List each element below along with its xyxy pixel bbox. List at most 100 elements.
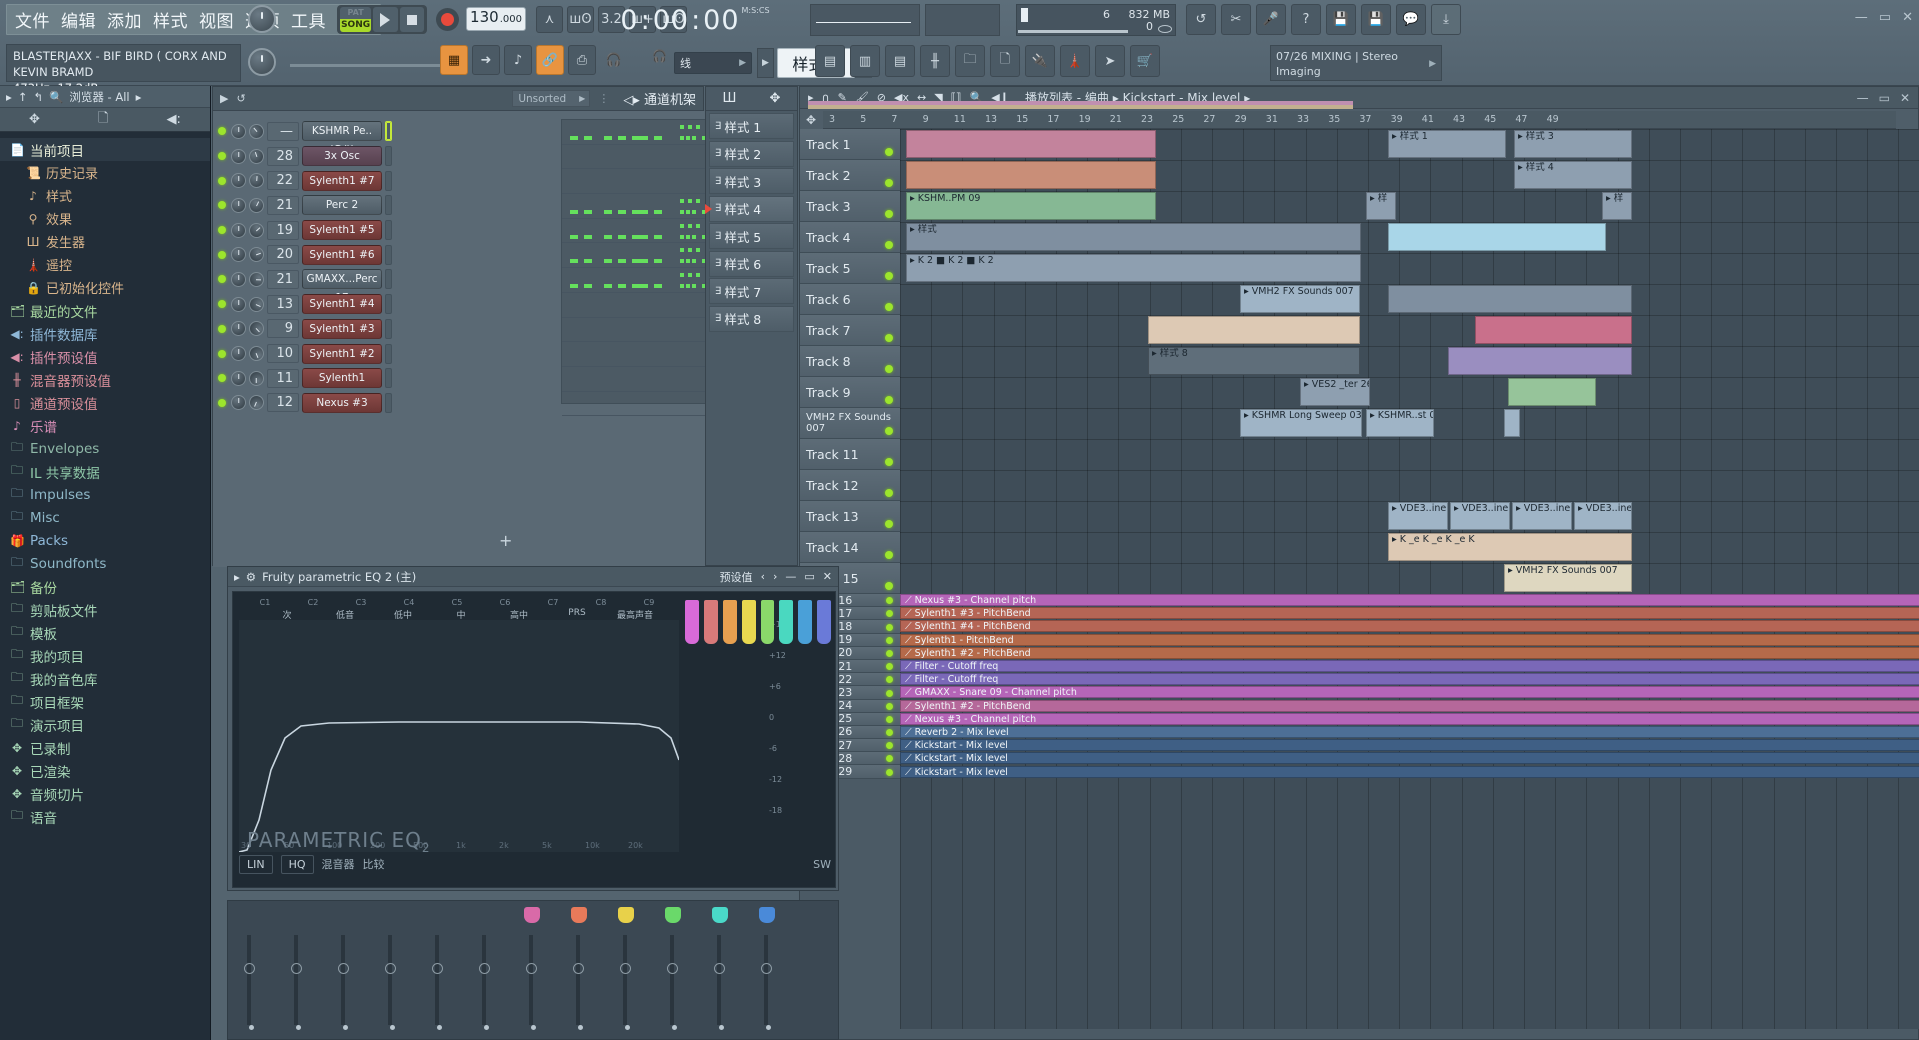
mixer-pan-knob[interactable] xyxy=(338,963,349,974)
track-header[interactable]: Track 7 xyxy=(800,315,900,346)
step-note[interactable] xyxy=(696,223,700,228)
pattern-song-toggle[interactable]: PAT SONG xyxy=(340,7,372,32)
channel-name-button[interactable]: 3x Osc xyxy=(302,146,382,167)
playlist-maximize-button[interactable]: ▭ xyxy=(1879,91,1890,105)
mixer-fader[interactable] xyxy=(435,935,439,1025)
channel-led-icon[interactable] xyxy=(218,176,226,185)
channel-led-icon[interactable] xyxy=(218,127,226,136)
track-enable-led[interactable] xyxy=(885,210,893,218)
automation-clip[interactable]: ⟋ Sylenth1 #3 - PitchBend xyxy=(900,607,1919,620)
channel-volume-knob[interactable] xyxy=(246,195,267,216)
playlist-minimize-button[interactable]: — xyxy=(1857,91,1869,105)
channel-pan-knob[interactable] xyxy=(231,123,246,139)
step-note[interactable] xyxy=(658,136,662,140)
channel-select-bar[interactable] xyxy=(385,146,392,167)
pattern-item[interactable]: ∃ 样式 4 xyxy=(705,195,794,222)
automation-clip[interactable]: ⟋ Kickstart - Mix level xyxy=(900,765,1919,778)
save-icon[interactable]: 💾 xyxy=(1326,4,1356,35)
browser-search-icon[interactable]: 🔍 xyxy=(49,90,63,104)
channel-mixer-number[interactable]: 19 xyxy=(267,220,299,240)
step-note[interactable] xyxy=(644,210,648,215)
playlist-clip[interactable]: ▸ VES2 _ter 26 xyxy=(1300,378,1370,406)
playlist-clip[interactable] xyxy=(1388,223,1606,251)
step-note[interactable] xyxy=(692,259,696,264)
channel-pan-knob[interactable] xyxy=(231,173,246,189)
eq-preset-prev[interactable]: ‹ xyxy=(761,570,765,583)
channel-mixer-number[interactable]: 12 xyxy=(267,393,299,413)
master-volume-knob[interactable] xyxy=(248,48,276,76)
browser-tab-files[interactable]: 🗋 xyxy=(98,109,108,131)
channel-select-bar[interactable] xyxy=(385,269,392,290)
headphones-icon[interactable]: 🎧 xyxy=(652,49,667,63)
playlist-clip[interactable] xyxy=(1388,285,1632,313)
track-header[interactable]: Track 9 xyxy=(800,377,900,408)
browser-item-2[interactable]: ♪ 样式 xyxy=(0,184,210,207)
channel-row[interactable]: 13 Sylenth1 #4 xyxy=(218,292,596,317)
step-note[interactable] xyxy=(644,284,648,289)
step-note[interactable] xyxy=(686,284,690,289)
playlist-clip[interactable] xyxy=(1148,316,1360,344)
channel-name-button[interactable]: Sylenth1 #6 xyxy=(302,244,382,265)
step-note[interactable] xyxy=(622,234,626,239)
track-enable-led[interactable] xyxy=(885,365,893,373)
step-note[interactable] xyxy=(588,136,592,140)
channel-select-bar[interactable] xyxy=(385,392,392,413)
channel-pan-knob[interactable] xyxy=(231,148,246,164)
channel-row[interactable]: 21GMAXX...Perc 17 xyxy=(218,267,596,304)
pattern-mode-icon[interactable]: ▦ xyxy=(440,45,468,75)
playlist-clip[interactable]: ▸ VMH2 FX Sounds 007 xyxy=(1504,564,1632,592)
track-enable-led[interactable] xyxy=(885,489,893,497)
menu-item-3[interactable]: 样式 xyxy=(153,7,188,32)
automation-clip[interactable]: ⟋ Kickstart - Mix level xyxy=(900,752,1919,765)
browser-item-12[interactable]: ♪ 乐谱 xyxy=(0,414,210,437)
eq-band-handles[interactable] xyxy=(685,600,831,655)
step-note[interactable] xyxy=(608,259,612,264)
eq-band-handle[interactable] xyxy=(760,600,775,644)
playlist-clip[interactable]: ▸ K 2 ■ K 2 ■ K 2 xyxy=(906,254,1361,282)
step-note[interactable] xyxy=(574,136,578,140)
mixer-strip[interactable] xyxy=(516,907,556,1037)
track-header[interactable]: Track 4 xyxy=(800,222,900,253)
track-enable-led[interactable] xyxy=(885,520,893,528)
pattern-item[interactable]: ∃ 样式 8 xyxy=(709,305,794,332)
automation-clip[interactable]: ⟋ Sylenth1 #4 - PitchBend xyxy=(900,620,1919,633)
mixer-led[interactable] xyxy=(719,1025,724,1030)
step-note[interactable] xyxy=(680,234,684,239)
mixer-led[interactable] xyxy=(625,1025,630,1030)
mixer-strip[interactable] xyxy=(704,907,744,1037)
channel-row[interactable]: 12 Nexus #3 xyxy=(218,391,596,416)
channel-mixer-number[interactable]: — xyxy=(267,121,299,141)
channel-mixer-number[interactable]: 13 xyxy=(267,294,299,314)
playlist-clip[interactable]: ▸ 样式 1 xyxy=(1388,130,1506,158)
channel-row[interactable]: 11 Sylenth1 xyxy=(218,366,596,391)
browser-item-10[interactable]: ╫ 混音器预设值 xyxy=(0,368,210,391)
eq-minimize-button[interactable]: — xyxy=(785,570,796,583)
step-note[interactable] xyxy=(692,284,696,289)
playlist-clip[interactable]: ▸ VDE3..ine FX xyxy=(1388,502,1448,530)
mixer-pan-knob[interactable] xyxy=(244,963,255,974)
track-header[interactable]: Track 8 xyxy=(800,346,900,377)
step-note[interactable] xyxy=(680,199,684,204)
automation-clip[interactable]: ⟋ Sylenth1 #2 - PitchBend xyxy=(900,699,1919,712)
track-enable-led[interactable] xyxy=(885,582,893,590)
browser-item-1[interactable]: 📜 历史记录 xyxy=(0,161,210,184)
close-button[interactable]: ✕ xyxy=(1902,10,1913,25)
comment-icon[interactable]: 💬 xyxy=(1396,4,1426,35)
track-enable-led[interactable] xyxy=(886,715,893,723)
channel-pan-knob[interactable] xyxy=(231,296,246,312)
browser-icon[interactable]: 🗀 xyxy=(955,45,985,77)
browser-forward-icon[interactable]: ▸ xyxy=(136,90,142,104)
step-note[interactable] xyxy=(574,234,578,239)
track-enable-led[interactable] xyxy=(885,427,893,435)
step-note[interactable] xyxy=(574,259,578,264)
step-note[interactable] xyxy=(680,125,684,129)
save-as-icon[interactable]: 💾 xyxy=(1361,4,1391,35)
channel-volume-knob[interactable] xyxy=(246,245,267,265)
browser-item-8[interactable]: ◀: 插件数据库 xyxy=(0,322,210,345)
automation-clip[interactable]: ⟋ Filter - Cutoff freq xyxy=(900,660,1919,672)
channel-volume-knob[interactable] xyxy=(249,370,264,386)
tempo-field[interactable]: 130.000 xyxy=(466,7,526,31)
track-enable-led[interactable] xyxy=(886,702,893,710)
playlist-clip[interactable]: ▸ KSHMR Long Sweep 03 xyxy=(1240,409,1362,437)
playlist-clip[interactable] xyxy=(1504,409,1520,437)
